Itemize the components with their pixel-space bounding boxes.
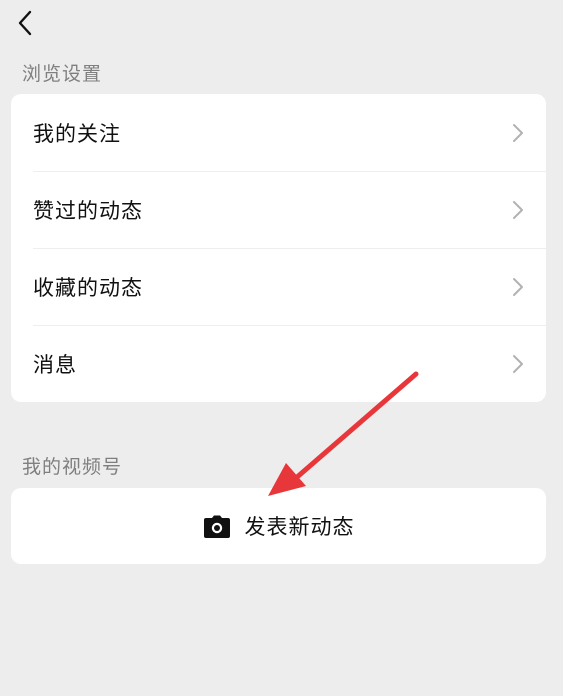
chevron-right-icon: [513, 123, 523, 142]
menu-item-liked-posts[interactable]: 赞过的动态: [11, 171, 546, 248]
browse-settings-card: 我的关注 赞过的动态 收藏的动态 消息: [11, 94, 546, 402]
camera-icon: [203, 515, 230, 538]
menu-item-label: 我的关注: [33, 121, 121, 146]
menu-item-my-follows[interactable]: 我的关注: [11, 94, 546, 171]
menu-item-label: 赞过的动态: [33, 198, 143, 223]
menu-item-label: 收藏的动态: [33, 275, 143, 300]
post-new-moment-button[interactable]: 发表新动态: [11, 488, 546, 564]
chevron-right-icon: [513, 354, 523, 373]
menu-item-saved-posts[interactable]: 收藏的动态: [11, 248, 546, 325]
post-new-moment-label: 发表新动态: [244, 515, 355, 539]
section-title-my-channel: 我的视频号: [22, 456, 123, 478]
section-title-browse-settings: 浏览设置: [22, 63, 103, 85]
chevron-right-icon: [513, 200, 523, 219]
chevron-right-icon: [513, 277, 523, 296]
back-button[interactable]: [10, 6, 40, 40]
menu-item-messages[interactable]: 消息: [11, 325, 546, 402]
menu-item-label: 消息: [33, 352, 77, 377]
chevron-left-icon: [18, 10, 32, 36]
